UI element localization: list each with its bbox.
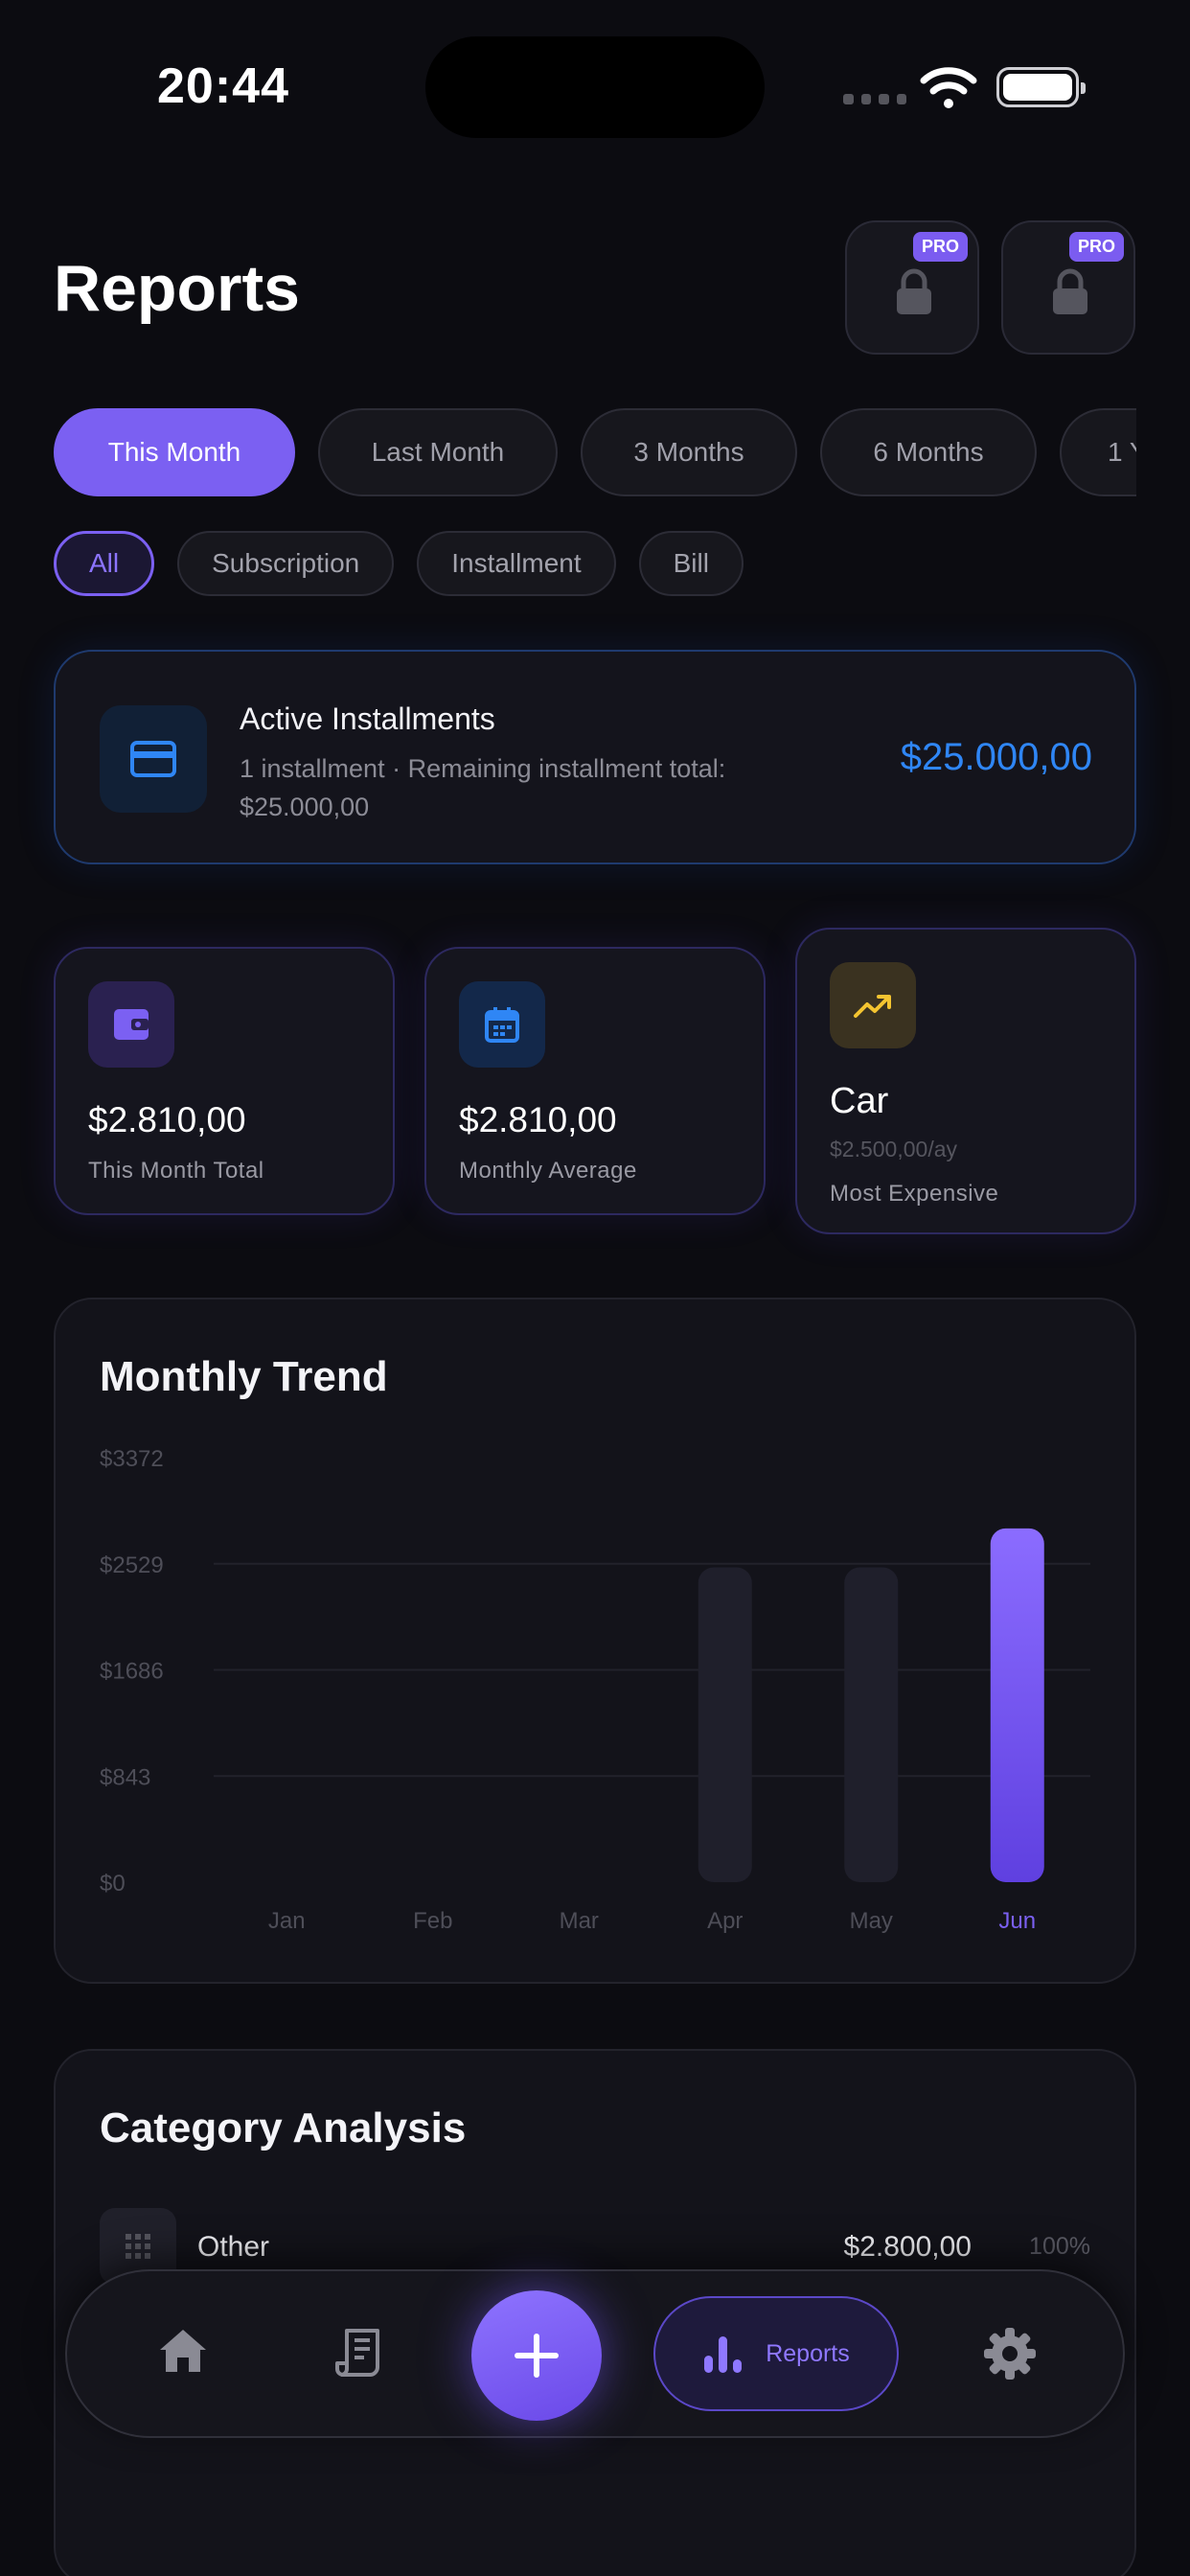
y-tick-label: $0	[100, 1871, 126, 1897]
gear-icon[interactable]	[983, 2327, 1037, 2380]
bar-apr[interactable]	[698, 1567, 752, 1882]
installments-title: Active Installments	[240, 702, 495, 736]
bottom-tab-bar: Reports	[65, 2269, 1125, 2438]
monthly-average-label: Monthly Average	[459, 1158, 637, 1184]
category-name: Other	[197, 2231, 270, 2263]
lock-icon	[1053, 268, 1087, 314]
installments-subtitle: 1 installment · Remaining installment to…	[240, 754, 726, 821]
type-subscription[interactable]: Subscription	[177, 531, 395, 596]
locked-pro-button-2[interactable]: PRO	[1001, 220, 1135, 355]
period-this-month[interactable]: This Month	[54, 408, 295, 496]
period-1-year[interactable]: 1 Y	[1060, 408, 1136, 496]
y-tick-label: $2529	[100, 1552, 164, 1578]
y-tick-label: $843	[100, 1764, 150, 1790]
plus-icon	[515, 2334, 559, 2378]
type-all[interactable]: All	[54, 531, 155, 596]
wifi-icon	[920, 67, 977, 108]
status-time: 20:44	[157, 58, 289, 114]
x-label-apr: Apr	[707, 1908, 743, 1934]
x-label-mar: Mar	[560, 1908, 599, 1934]
y-tick-label: $3372	[100, 1446, 164, 1472]
month-total-value: $2.810,00	[88, 1100, 246, 1139]
month-total-label: This Month Total	[88, 1158, 264, 1184]
receipt-icon[interactable]	[335, 2327, 383, 2379]
period-filter-row: This Month Last Month 3 Months 6 Months …	[54, 408, 1136, 496]
tab-reports-label: Reports	[766, 2339, 850, 2367]
type-installment[interactable]: Installment	[417, 531, 616, 596]
lock-icon	[897, 268, 931, 314]
active-installments-card[interactable]: Active Installments 1 installment · Rema…	[54, 650, 1136, 864]
y-tick-label: $1686	[100, 1659, 164, 1685]
x-label-jun: Jun	[998, 1908, 1036, 1934]
type-bill[interactable]: Bill	[638, 531, 744, 596]
period-3-months[interactable]: 3 Months	[581, 408, 797, 496]
most-expensive-price: $2.500,00/ay	[830, 1137, 958, 1162]
type-filter-row: All Subscription Installment Bill	[54, 531, 744, 596]
stat-card-most-expensive[interactable]: Car $2.500,00/ay Most Expensive	[795, 928, 1136, 1234]
most-expensive-name: Car	[830, 1081, 889, 1121]
bar-may[interactable]	[844, 1567, 899, 1882]
pro-badge: PRO	[1068, 232, 1124, 262]
bar-jun[interactable]	[990, 1528, 1044, 1882]
tab-reports[interactable]: Reports	[653, 2296, 899, 2411]
calendar-icon	[459, 981, 545, 1068]
monthly-average-value: $2.810,00	[459, 1100, 617, 1139]
credit-card-icon	[100, 705, 207, 813]
trending-up-icon	[830, 962, 916, 1048]
installments-amount: $25.000,00	[900, 736, 1092, 778]
category-amount: $2.800,00	[843, 2231, 972, 2263]
wallet-icon	[88, 981, 174, 1068]
pro-badge: PRO	[912, 232, 968, 262]
monthly-trend-card: Monthly Trend $3372 $2529 $1686 $843 $0 Jan F…	[54, 1298, 1136, 1984]
most-expensive-label: Most Expensive	[830, 1181, 999, 1207]
period-6-months[interactable]: 6 Months	[820, 408, 1037, 496]
stat-card-month-total[interactable]: $2.810,00 This Month Total	[54, 947, 395, 1215]
status-bar: 20:44	[0, 0, 1190, 172]
monthly-trend-chart: $3372 $2529 $1686 $843 $0 Jan Feb Mar Apr May Jun	[100, 1446, 1090, 1934]
bar-chart-icon	[704, 2336, 743, 2373]
category-percent: 100%	[1029, 2233, 1090, 2260]
cellular-signal-icon	[843, 94, 906, 105]
period-last-month[interactable]: Last Month	[318, 408, 558, 496]
stat-card-monthly-average[interactable]: $2.810,00 Monthly Average	[424, 947, 766, 1215]
page-title: Reports	[54, 252, 300, 325]
x-label-feb: Feb	[413, 1908, 452, 1934]
x-label-jan: Jan	[268, 1908, 306, 1934]
locked-pro-button-1[interactable]: PRO	[845, 220, 979, 355]
battery-icon	[996, 67, 1086, 107]
dynamic-island	[425, 36, 765, 138]
add-subscription-button[interactable]	[471, 2290, 602, 2421]
category-analysis-title: Category Analysis	[100, 2104, 467, 2151]
home-icon[interactable]	[157, 2327, 209, 2375]
x-label-may: May	[850, 1908, 893, 1934]
